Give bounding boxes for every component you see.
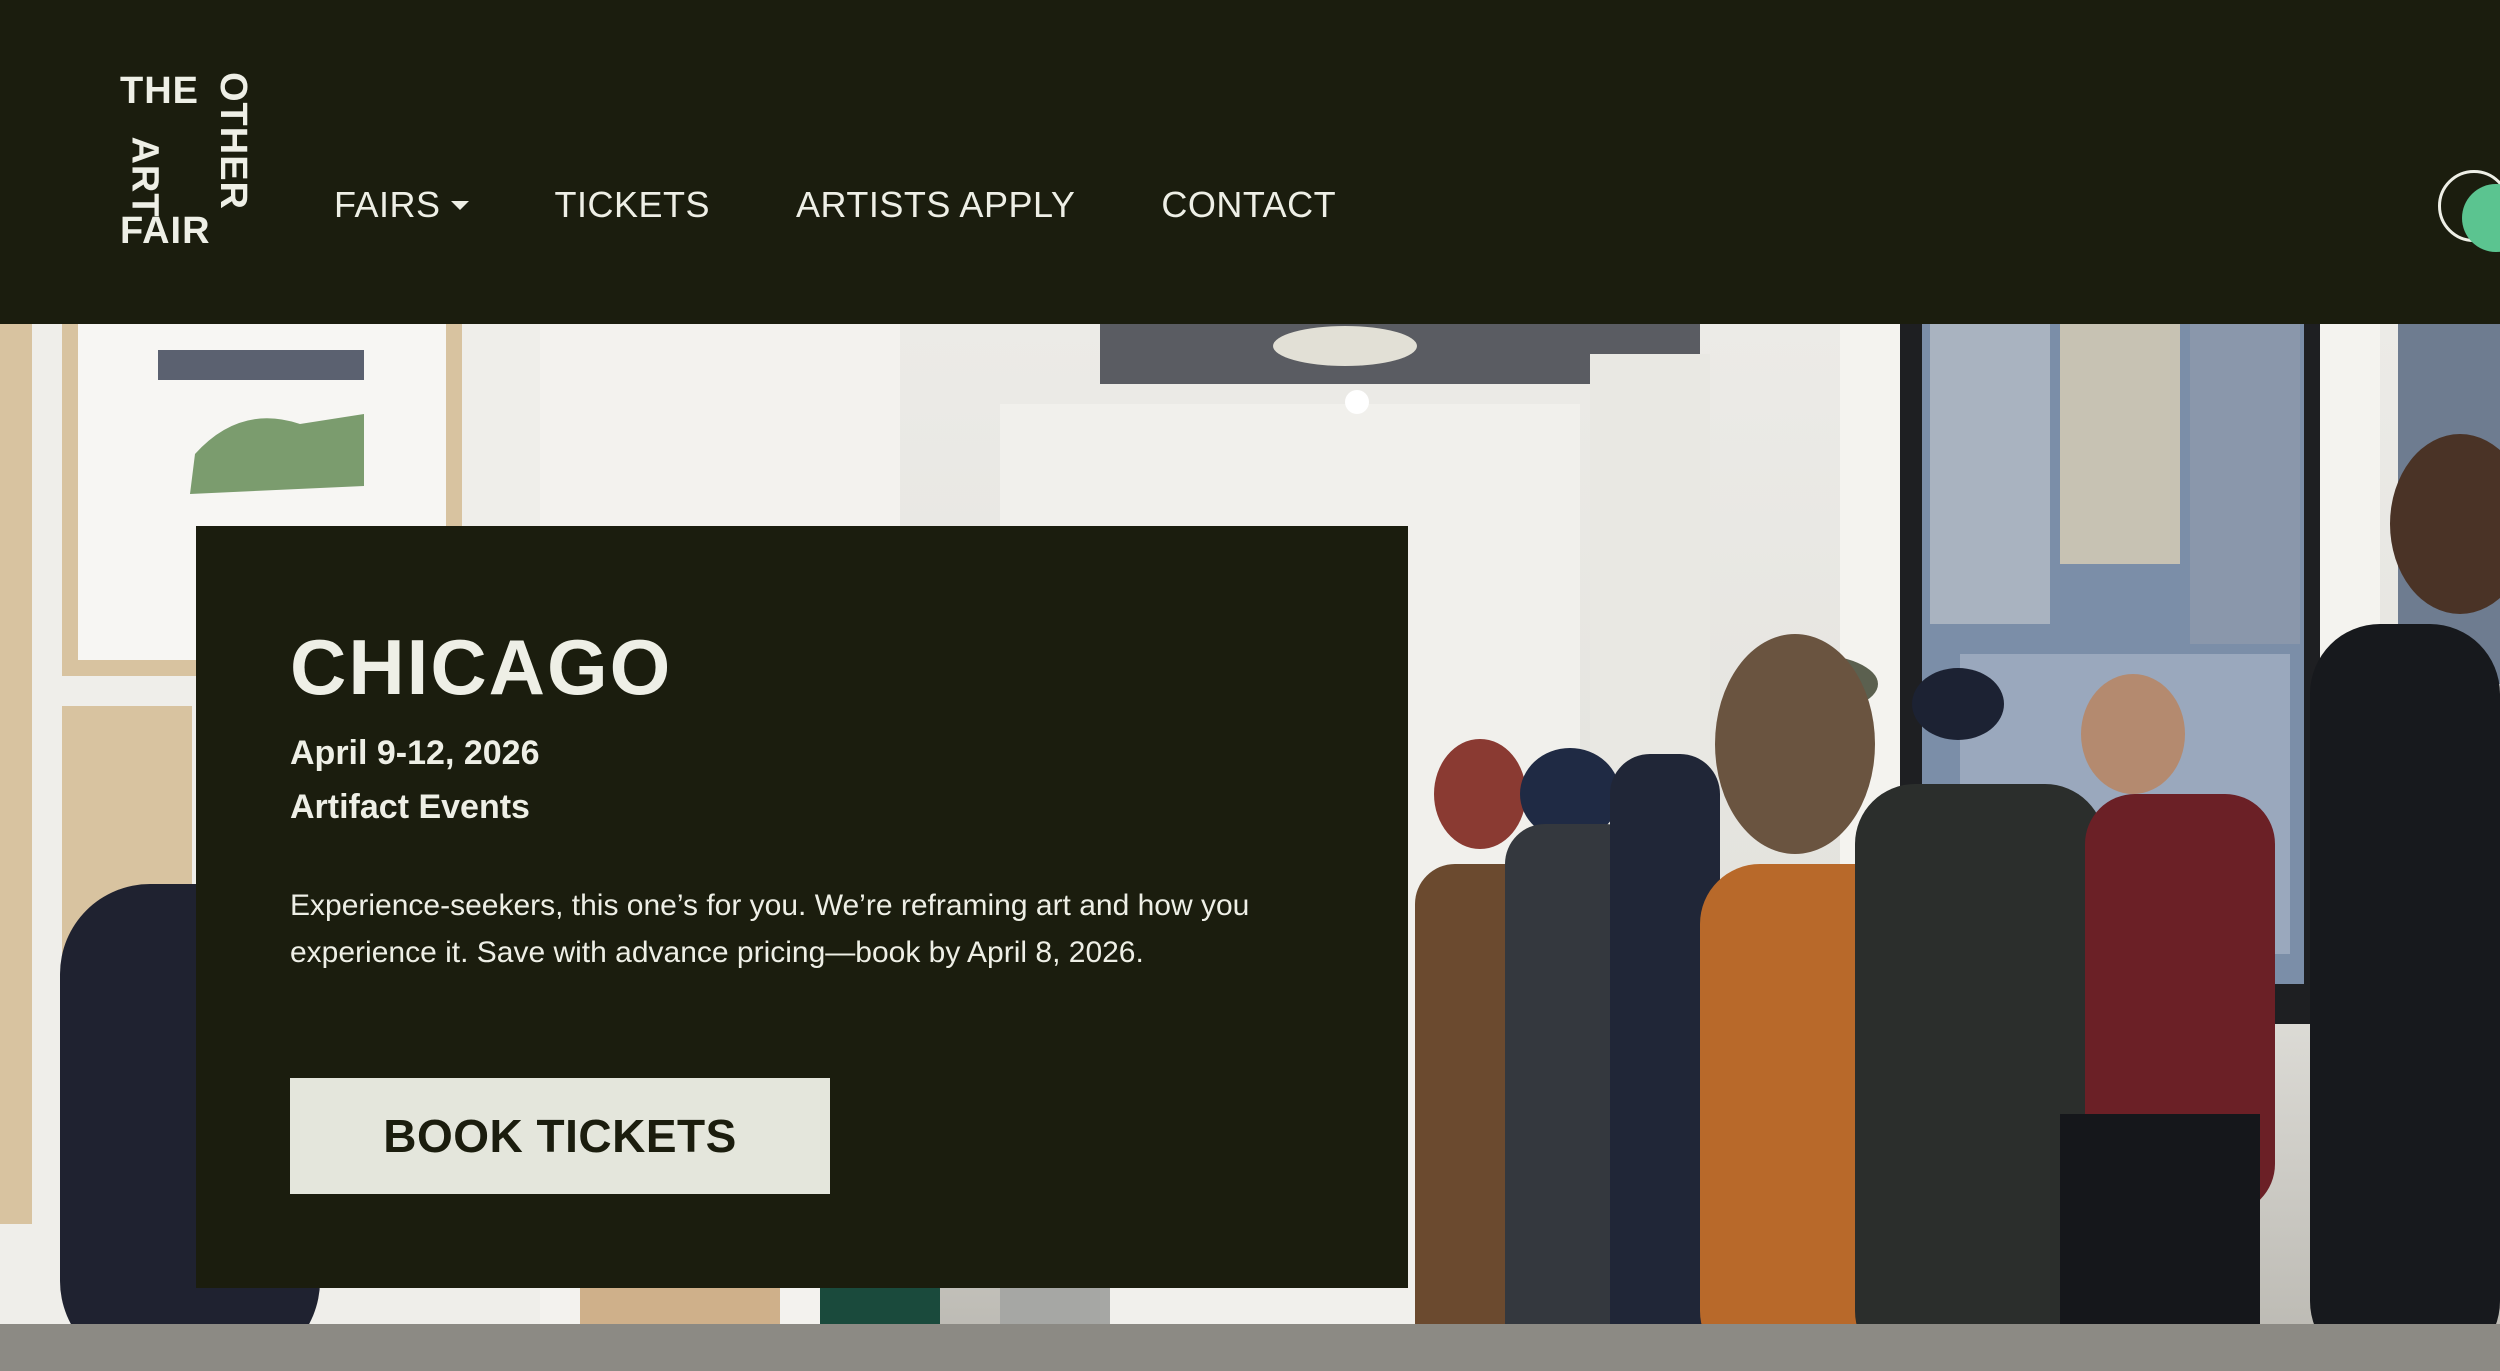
logo-word-fair: FAIR	[120, 210, 211, 252]
book-tickets-button[interactable]: BOOK TICKETS	[290, 1078, 830, 1194]
event-description: Experience-seekers, this one’s for you. …	[290, 889, 1250, 969]
nav-contact[interactable]: CONTACT	[1161, 184, 1336, 226]
nav-artists-apply[interactable]: ARTISTS APPLY	[796, 184, 1075, 226]
event-dates: April 9-12, 2026	[290, 734, 540, 772]
nav-fairs[interactable]: FAIRS	[334, 184, 469, 226]
logo-word-other: OTHER	[212, 72, 254, 210]
event-city-title: CHICAGO	[290, 623, 673, 711]
main-nav: FAIRS TICKETS ARTISTS APPLY CONTACT	[334, 184, 1422, 226]
nav-fairs-label: FAIRS	[334, 184, 441, 225]
caret-down-icon	[450, 200, 469, 210]
nav-tickets[interactable]: TICKETS	[555, 184, 711, 226]
event-organizer: Artifact Events	[290, 788, 530, 826]
event-card: CHICAGO April 9-12, 2026 Artifact Events…	[196, 526, 1408, 1288]
site-header: THE OTHER ART FAIR FAIRS TICKETS ARTISTS…	[0, 0, 2500, 324]
logo-word-the: THE	[120, 70, 199, 112]
the-other-art-fair-logo[interactable]: THE OTHER ART FAIR	[118, 66, 254, 252]
logo-word-art: ART	[123, 136, 166, 218]
